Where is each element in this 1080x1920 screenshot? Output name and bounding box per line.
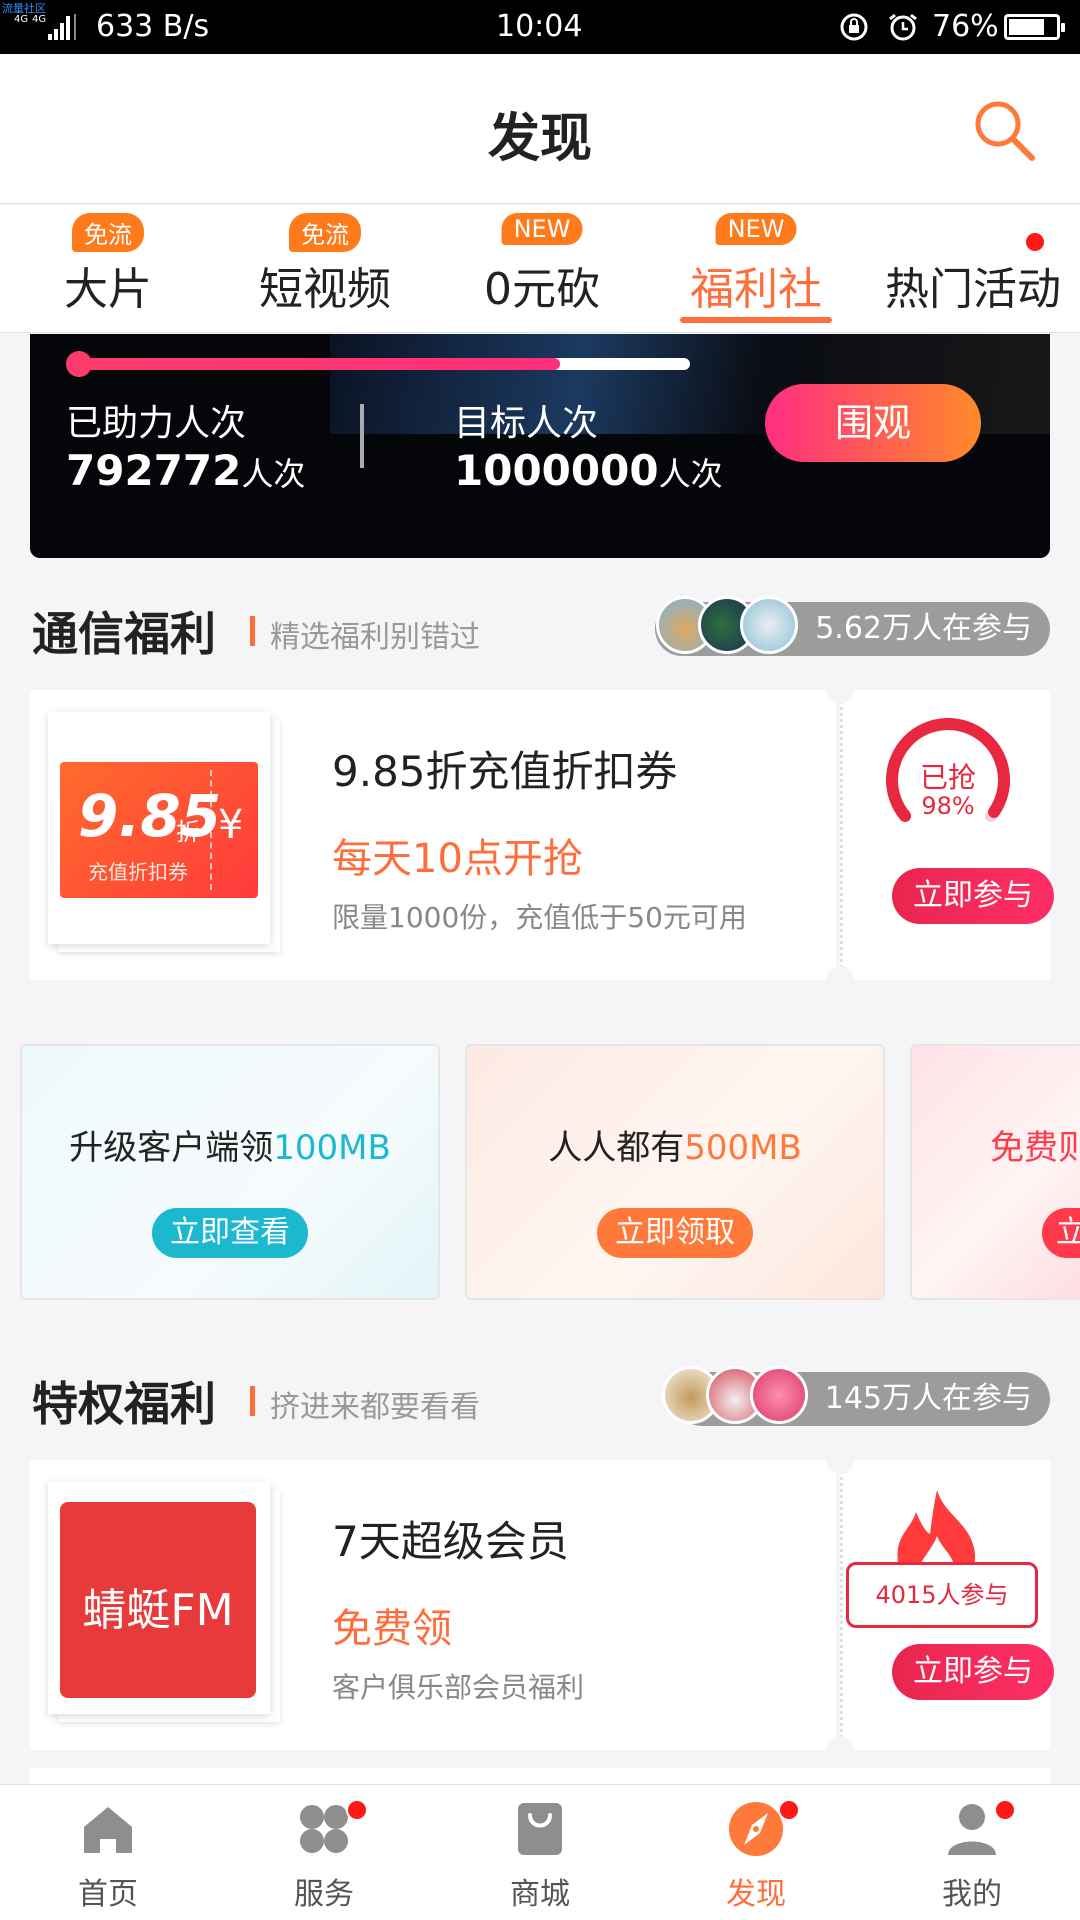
notification-dot (346, 1799, 368, 1821)
signal-icon: 4G 4G (14, 14, 76, 40)
claim-now-button[interactable]: 立即领取 (597, 1208, 753, 1258)
rotation-lock-icon (840, 13, 868, 41)
next-card-peek (30, 1768, 1050, 1784)
ring-percent: 98% (921, 792, 975, 820)
tab-zero-bargain[interactable]: NEW 0元砍 (470, 205, 614, 333)
coupon-description: 限量1000份，充值低于50元可用 (332, 901, 747, 934)
member-highlight: 免费领 (332, 1606, 452, 1652)
bottom-navigation: 首页 服务 商城 发现 我的 (0, 1784, 1080, 1920)
coupon-title: 9.85折充值折扣券 (332, 747, 678, 796)
tab-welfare[interactable]: NEW 福利社 (680, 205, 832, 333)
qingting-fm-logo: 蜻蜓FM (60, 1502, 256, 1698)
user-icon (948, 1804, 996, 1855)
nav-shop[interactable]: 商城 (432, 1785, 648, 1920)
coupon-thumbnail: 9.85 折 ¥ 充值折扣券 (48, 712, 270, 944)
tab-badge: 免流 (289, 213, 361, 252)
coupon-card[interactable]: 9.85 折 ¥ 充值折扣券 9.85折充值折扣券 每天10点开抢 限量1000… (30, 676, 1054, 994)
active-tab-indicator (680, 317, 832, 323)
home-icon (84, 1807, 132, 1853)
notification-dot (1026, 233, 1044, 251)
member-title: 7天超级会员 (332, 1517, 569, 1566)
svg-text:4G: 4G (14, 14, 28, 25)
campaign-banner[interactable]: 已助力人次 792772人次 目标人次 1000000人次 围观 (30, 334, 1050, 558)
promo-button[interactable]: 立 (1042, 1208, 1080, 1258)
nav-services[interactable]: 服务 (216, 1785, 432, 1920)
member-thumbnail: 蜻蜓FM (48, 1482, 270, 1714)
coupon-image: 9.85 折 ¥ 充值折扣券 (60, 762, 258, 898)
promo-text: 升级客户端领100MB (69, 1128, 391, 1168)
section-title: 通信福利 (32, 607, 216, 661)
clock: 10:04 (496, 9, 583, 44)
status-bar: 流量社区 4G 4G 633 B/s 10:04 76% (0, 0, 1080, 54)
member-card[interactable]: 蜻蜓FM 7天超级会员 免费领 客户俱乐部会员福利 4015人参与 立即参与 (30, 1446, 1054, 1764)
compass-icon (729, 1802, 783, 1856)
helped-count: 792772人次 (66, 446, 306, 495)
tab-label: 热门活动 (885, 264, 1061, 315)
search-icon[interactable] (970, 96, 1040, 166)
services-icon (300, 1805, 348, 1853)
shop-bag-icon (518, 1803, 562, 1855)
ring-label: 已抢 (919, 761, 976, 794)
tab-short-video[interactable]: 免流 短视频 (242, 205, 408, 333)
tab-badge: 免流 (72, 213, 144, 252)
promo-text: 免费则 (990, 1128, 1080, 1168)
promo-card-free[interactable]: 免费则 立 (910, 1044, 1080, 1300)
section-title: 特权福利 (32, 1377, 216, 1431)
view-now-button[interactable]: 立即查看 (152, 1208, 308, 1258)
yen-icon: ¥ (218, 802, 244, 848)
battery-icon (1004, 14, 1065, 40)
notification-dot (994, 1799, 1016, 1821)
header: 发现 (0, 54, 1080, 204)
tab-dapian[interactable]: 免流 大片 (40, 205, 176, 333)
section-header-telecom: 通信福利 精选福利别错过 5.62万人在参与 (0, 594, 1080, 664)
section-divider (250, 1386, 255, 1416)
participant-count-badge: 4015人参与 (846, 1562, 1038, 1628)
avatar (740, 596, 798, 654)
category-tabs: 免流 大片 免流 短视频 NEW 0元砍 NEW 福利社 热门活动 (0, 205, 1080, 333)
tab-badge: NEW (715, 213, 797, 245)
progress-fill (70, 358, 560, 370)
tab-label: 福利社 (690, 264, 822, 315)
campaign-progress (70, 358, 690, 370)
divider (360, 404, 364, 468)
progress-knob (66, 351, 92, 377)
tab-label: 大片 (64, 264, 152, 315)
section-header-privilege: 特权福利 挤进来都要看看 145万人在参与 (0, 1364, 1080, 1434)
target-count: 1000000人次 (454, 446, 723, 495)
coupon-highlight: 每天10点开抢 (332, 836, 583, 882)
join-button[interactable]: 立即参与 (892, 868, 1054, 924)
target-label: 目标人次 (454, 403, 599, 444)
avatar (750, 1366, 808, 1424)
promo-card-upgrade[interactable]: 升级客户端领100MB 立即查看 (20, 1044, 440, 1300)
watch-button[interactable]: 围观 (765, 384, 981, 462)
battery-percent: 76% (932, 9, 999, 44)
nav-mine[interactable]: 我的 (864, 1785, 1080, 1920)
member-description: 客户俱乐部会员福利 (332, 1671, 585, 1704)
section-divider (250, 616, 255, 646)
alarm-icon (889, 13, 917, 41)
participants-count: 145万人在参与 (824, 1381, 1032, 1416)
section-subtitle: 精选福利别错过 (270, 620, 480, 655)
helped-label: 已助力人次 (66, 403, 247, 444)
join-button[interactable]: 立即参与 (892, 1644, 1054, 1700)
tab-label: 0元砍 (484, 264, 600, 315)
page-title: 发现 (487, 109, 592, 169)
svg-text:4G: 4G (32, 14, 46, 25)
promo-text: 人人都有500MB (548, 1128, 802, 1168)
notification-dot (778, 1799, 800, 1821)
tab-badge: NEW (501, 213, 583, 245)
promo-card-500mb[interactable]: 人人都有500MB 立即领取 (465, 1044, 885, 1300)
participants-count: 5.62万人在参与 (815, 611, 1032, 646)
nav-discover[interactable]: 发现 (648, 1785, 864, 1920)
nav-home[interactable]: 首页 (0, 1785, 216, 1920)
section-subtitle: 挤进来都要看看 (270, 1390, 480, 1425)
tab-hot-events[interactable]: 热门活动 (880, 205, 1066, 333)
tab-label: 短视频 (259, 264, 391, 315)
network-speed: 633 B/s (96, 9, 210, 44)
